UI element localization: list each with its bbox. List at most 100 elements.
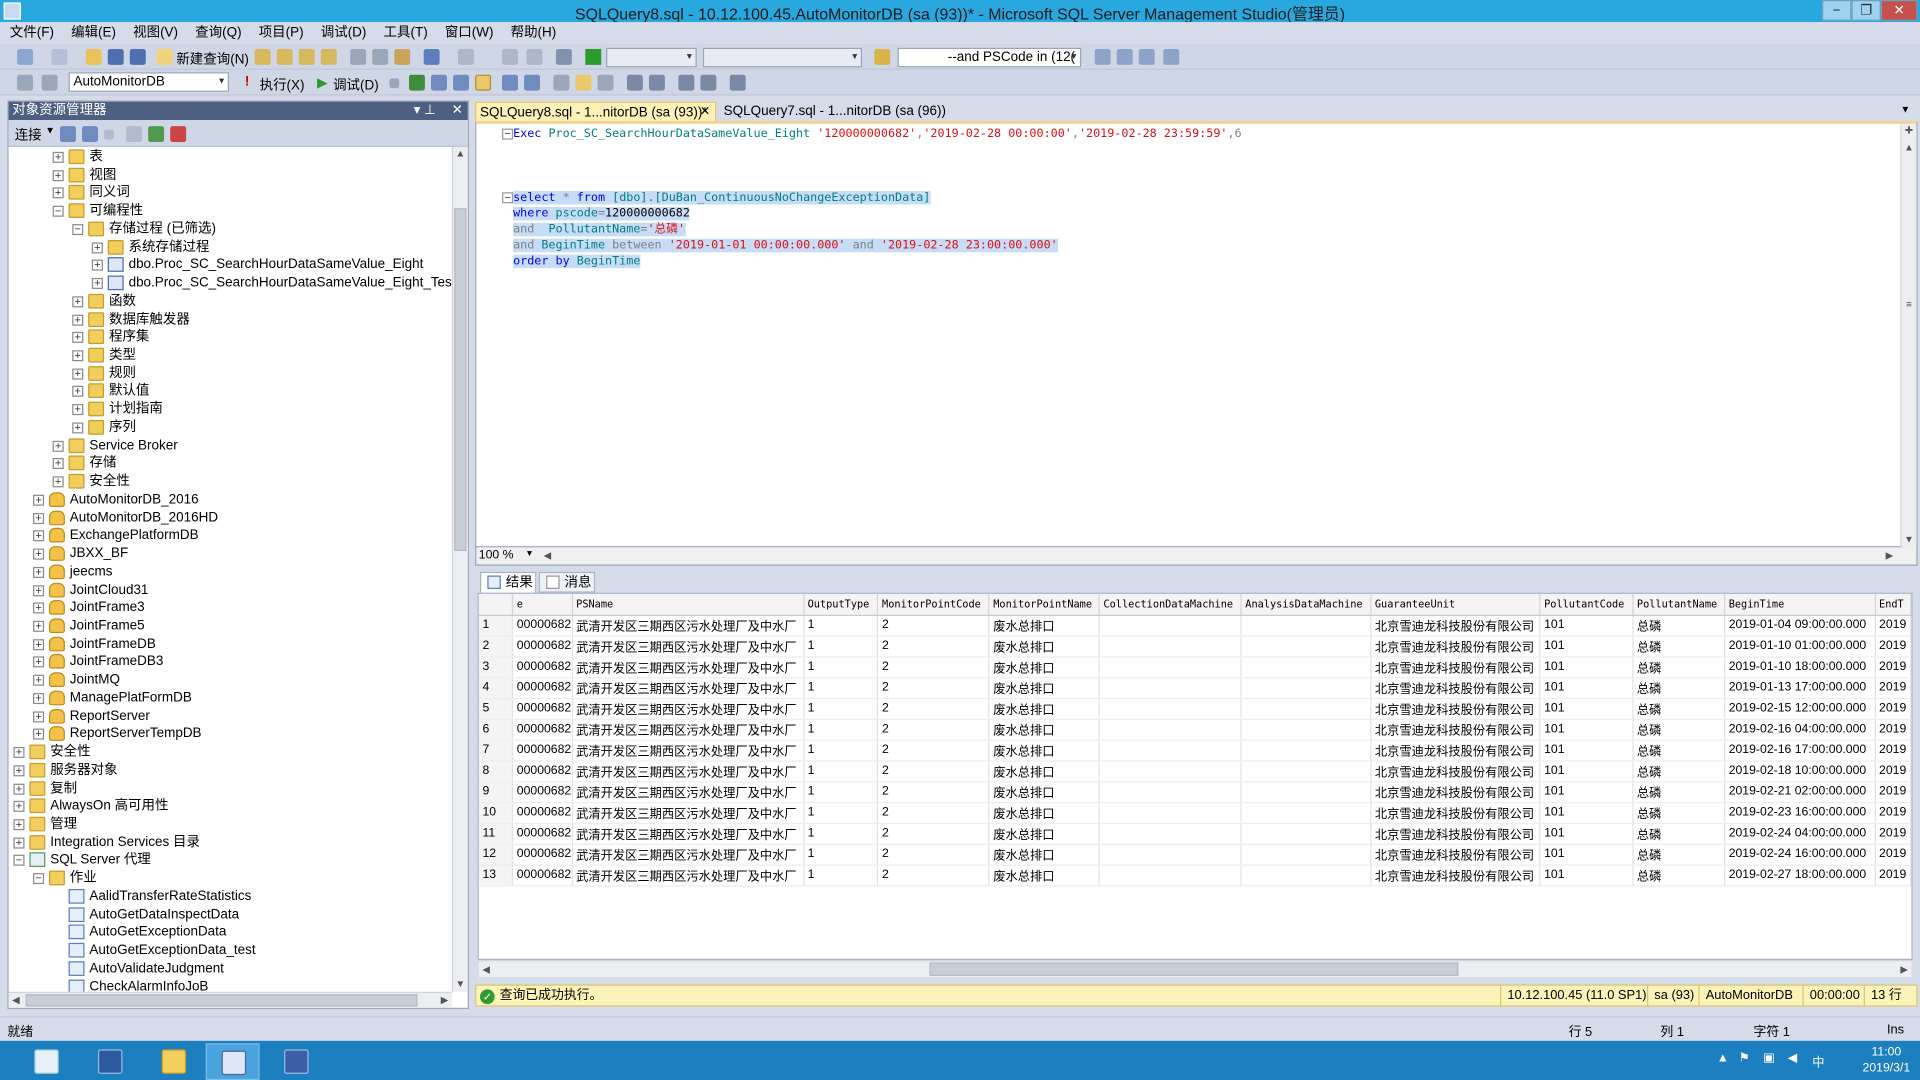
expand-icon[interactable]: + bbox=[13, 837, 25, 849]
table-cell[interactable]: 101 bbox=[1539, 781, 1634, 803]
table-cell[interactable]: 武清开发区三期西区污水处理厂及中水厂 bbox=[571, 739, 804, 762]
table-cell[interactable] bbox=[1099, 822, 1242, 845]
scroll-up-icon[interactable]: ▲ bbox=[1902, 141, 1917, 156]
expand-icon[interactable]: + bbox=[33, 512, 45, 524]
table-cell[interactable]: 2019-02-15 12:00:00.000 bbox=[1724, 697, 1876, 720]
table-cell[interactable]: 2 bbox=[877, 864, 990, 886]
table-cell[interactable] bbox=[1240, 802, 1372, 824]
table-cell[interactable]: 2019-02-18 10:00:00.000 bbox=[1724, 760, 1876, 782]
restore-button[interactable]: ❐ bbox=[1851, 0, 1881, 21]
zoom-select[interactable]: 100 % bbox=[479, 549, 514, 562]
column-header[interactable]: PollutantName bbox=[1632, 593, 1726, 616]
change-connection-icon[interactable] bbox=[41, 74, 58, 91]
filter-icon[interactable] bbox=[126, 126, 143, 143]
table-cell[interactable]: 总磷 bbox=[1632, 802, 1726, 824]
column-header[interactable]: CollectionDataMachine bbox=[1099, 593, 1242, 616]
table-cell[interactable]: 2 bbox=[877, 614, 990, 637]
results-scroll-thumb[interactable] bbox=[929, 962, 1459, 976]
table-cell[interactable]: 2 bbox=[877, 760, 990, 782]
table-cell[interactable]: 北京雪迪龙科技股份有限公司 bbox=[1370, 781, 1541, 803]
table-cell[interactable]: 00000682 bbox=[512, 802, 573, 824]
taskbar-file-explorer[interactable] bbox=[147, 1043, 201, 1080]
table-cell[interactable]: 武清开发区三期西区污水处理厂及中水厂 bbox=[571, 656, 804, 678]
table-cell[interactable]: 00000682 bbox=[512, 656, 573, 678]
tray-volume-icon[interactable]: ◀ bbox=[1788, 1052, 1803, 1067]
table-cell[interactable]: 北京雪迪龙科技股份有限公司 bbox=[1370, 614, 1541, 637]
cut-icon[interactable] bbox=[350, 48, 367, 65]
table-cell[interactable]: 2 bbox=[877, 802, 990, 824]
row-number[interactable]: 7 bbox=[478, 739, 514, 762]
table-cell[interactable]: 1 bbox=[803, 614, 879, 637]
expand-icon[interactable]: + bbox=[72, 314, 84, 326]
row-number[interactable]: 9 bbox=[478, 781, 514, 803]
parse-icon[interactable] bbox=[408, 74, 425, 91]
properties-window-icon[interactable] bbox=[1163, 48, 1180, 65]
registered-servers-icon[interactable] bbox=[1094, 48, 1111, 65]
navigate-forward-icon[interactable] bbox=[526, 48, 543, 65]
table-cell[interactable]: 北京雪迪龙科技股份有限公司 bbox=[1370, 739, 1541, 762]
table-cell[interactable]: 2019 bbox=[1874, 864, 1912, 886]
table-cell[interactable]: 总磷 bbox=[1632, 760, 1726, 782]
client-stats-icon[interactable] bbox=[524, 74, 541, 91]
column-header[interactable]: MonitorPointName bbox=[988, 593, 1100, 616]
table-cell[interactable]: 101 bbox=[1539, 760, 1634, 782]
table-cell[interactable]: 武清开发区三期西区污水处理厂及中水厂 bbox=[571, 697, 804, 720]
table-cell[interactable]: 北京雪迪龙科技股份有限公司 bbox=[1370, 822, 1541, 845]
menu-help[interactable]: 帮助(H) bbox=[501, 22, 564, 43]
expand-icon[interactable]: + bbox=[72, 422, 84, 434]
column-header[interactable]: OutputType bbox=[803, 593, 879, 616]
menu-debug[interactable]: 调试(D) bbox=[311, 22, 374, 43]
column-header[interactable]: PSName bbox=[571, 593, 804, 616]
table-cell[interactable]: 总磷 bbox=[1632, 614, 1726, 637]
table-cell[interactable]: 2019 bbox=[1874, 760, 1912, 782]
table-cell[interactable]: 101 bbox=[1539, 697, 1634, 720]
expand-icon[interactable]: + bbox=[72, 296, 84, 308]
column-header[interactable]: e bbox=[512, 593, 573, 616]
row-number[interactable]: 8 bbox=[478, 760, 514, 782]
cancel-query-icon[interactable] bbox=[389, 78, 400, 89]
table-cell[interactable]: 总磷 bbox=[1632, 843, 1726, 866]
table-row[interactable]: 1 00000682 武清开发区三期西区污水处理厂及中水厂 1 2 废水总排口 北京雪迪龙科… bbox=[478, 614, 1912, 637]
table-cell[interactable]: 1 bbox=[803, 781, 879, 803]
table-cell[interactable]: 101 bbox=[1539, 802, 1634, 824]
table-cell[interactable]: 武清开发区三期西区污水处理厂及中水厂 bbox=[571, 802, 804, 824]
table-cell[interactable]: 00000682 bbox=[512, 718, 573, 741]
table-cell[interactable]: 00000682 bbox=[512, 635, 573, 657]
stop-icon[interactable] bbox=[104, 129, 114, 140]
collapse-icon[interactable]: − bbox=[502, 128, 514, 140]
expand-icon[interactable]: + bbox=[33, 710, 45, 722]
expand-icon[interactable]: + bbox=[72, 368, 84, 380]
table-cell[interactable]: 1 bbox=[803, 635, 879, 657]
results-to-text-icon[interactable] bbox=[553, 74, 570, 91]
tab-sqlquery7[interactable]: SQLQuery7.sql - 1...nitorDB (sa (96)) bbox=[720, 102, 953, 122]
column-header[interactable]: GuaranteeUnit bbox=[1370, 593, 1541, 616]
row-number[interactable]: 10 bbox=[478, 802, 514, 824]
row-number[interactable]: 12 bbox=[478, 843, 514, 866]
table-cell[interactable]: 废水总排口 bbox=[988, 822, 1100, 845]
add-item-icon[interactable] bbox=[51, 48, 68, 65]
expand-icon[interactable]: + bbox=[91, 241, 103, 254]
template-explorer-icon[interactable] bbox=[1138, 48, 1155, 65]
table-cell[interactable]: 2 bbox=[877, 635, 990, 657]
row-number[interactable]: 1 bbox=[478, 614, 514, 637]
table-cell[interactable]: 101 bbox=[1539, 718, 1634, 741]
expand-icon[interactable]: + bbox=[72, 350, 84, 362]
analysis-query-icon[interactable] bbox=[276, 48, 293, 65]
mdx-query-icon[interactable] bbox=[298, 48, 315, 65]
table-cell[interactable]: 废水总排口 bbox=[988, 864, 1100, 886]
table-cell[interactable] bbox=[1099, 781, 1242, 803]
table-cell[interactable]: 00000682 bbox=[512, 822, 573, 845]
table-cell[interactable]: 武清开发区三期西区污水处理厂及中水厂 bbox=[571, 864, 804, 886]
table-cell[interactable]: 2 bbox=[877, 656, 990, 678]
table-cell[interactable]: 101 bbox=[1539, 614, 1634, 637]
table-cell[interactable]: 2019 bbox=[1874, 677, 1912, 699]
table-cell[interactable] bbox=[1240, 739, 1372, 762]
table-cell[interactable]: 废水总排口 bbox=[988, 656, 1100, 678]
expand-icon[interactable]: + bbox=[13, 819, 25, 831]
table-cell[interactable]: 总磷 bbox=[1632, 718, 1726, 741]
table-cell[interactable]: 2019 bbox=[1874, 614, 1912, 637]
table-cell[interactable]: 00000682 bbox=[512, 614, 573, 637]
taskbar-server-manager[interactable] bbox=[20, 1043, 74, 1080]
table-cell[interactable]: 北京雪迪龙科技股份有限公司 bbox=[1370, 635, 1541, 657]
expand-icon[interactable]: + bbox=[33, 656, 45, 668]
